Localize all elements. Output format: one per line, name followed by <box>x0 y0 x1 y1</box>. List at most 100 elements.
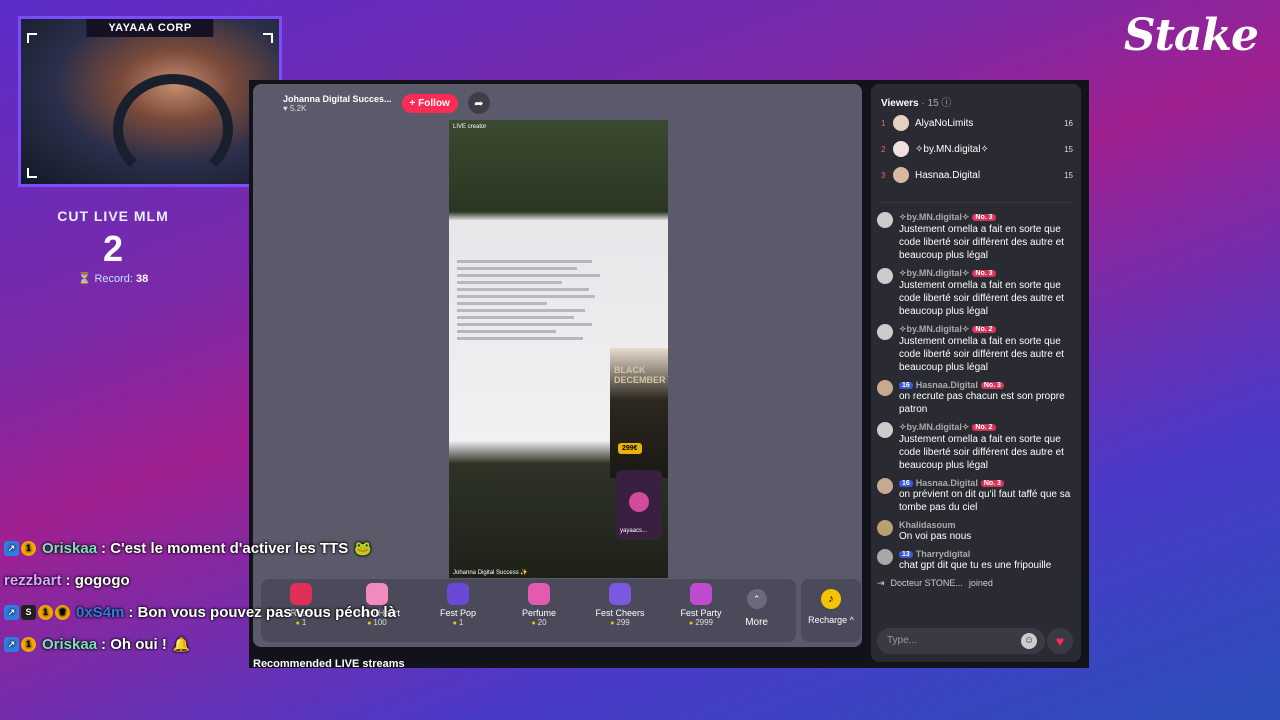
more-label: More <box>745 617 768 628</box>
avatar[interactable] <box>877 478 893 494</box>
viewers-heading[interactable]: Viewers · 15 ⓘ <box>881 94 951 109</box>
top-viewer[interactable]: 3 Hasnaa.Digital 15 <box>881 166 1073 184</box>
counter-title: CUT LIVE MLM <box>57 208 169 224</box>
cut-counter: CUT LIVE MLM 2 ⏳ Record: 38 <box>18 208 208 285</box>
twitch-username: rezzbart <box>4 571 62 589</box>
chat-username[interactable]: Hasnaa.Digital <box>916 478 978 488</box>
chat-username[interactable]: Khalidasoum <box>899 520 956 530</box>
level-badge: 13 <box>899 550 913 558</box>
twitch-text: : gogogo <box>65 571 130 589</box>
level-badge: 16 <box>899 479 913 487</box>
mini-player[interactable]: yayaacs... <box>616 470 662 540</box>
viewer-count: · 15 <box>921 98 939 109</box>
chat-message: ✧by.MN.digital✧ No. 3 Justement ornella a… <box>877 268 1077 318</box>
chat-list[interactable]: ✧by.MN.digital✧ No. 3 Justement ornella a… <box>877 212 1077 622</box>
chat-text: Justement ornella a fait en sorte que co… <box>899 336 1064 373</box>
twitch-text: : Oh oui ! <box>101 635 167 653</box>
chat-input[interactable]: Type... ☺ <box>877 628 1045 654</box>
twitch-message: ↗ S 1 ♛ 0xS4m : Bon vous pouvez pas vous pé… <box>4 596 396 628</box>
heart-icon[interactable]: ♥ <box>1047 628 1073 654</box>
twitch-message: ↗ 1 Oriskaa : C'est le moment d'activer l… <box>4 532 396 564</box>
twitch-message: ↗ 1 Oriskaa : Oh oui ! 🔔 <box>4 628 396 660</box>
gift-fest-cheers[interactable]: Fest Cheers 299 <box>580 583 660 627</box>
bell-emote-icon: 🔔 <box>172 635 191 652</box>
record-label: Record: <box>94 273 133 285</box>
chat-username[interactable]: ✧by.MN.digital✧ <box>899 324 969 335</box>
avatar[interactable] <box>877 212 893 228</box>
chat-text: chat gpt dit que tu es une fripouille <box>899 560 1052 571</box>
chat-username[interactable]: ✧by.MN.digital✧ <box>899 268 969 279</box>
s-badge-icon: S <box>21 604 36 620</box>
top-viewer[interactable]: 1 AlyaNoLimits 16 <box>881 114 1073 132</box>
corner-decoration <box>27 33 37 43</box>
chat-message: ✧by.MN.digital✧ No. 2 Justement ornella a… <box>877 324 1077 374</box>
stake-logo: Stake <box>1123 10 1259 61</box>
counter-record: ⏳ Record: 38 <box>18 272 208 285</box>
rank-badge: No. 3 <box>980 479 1004 487</box>
rank-badge: No. 3 <box>972 214 996 221</box>
avatar[interactable] <box>877 268 893 284</box>
webcam-frame: YAYAAA CORP <box>18 16 282 187</box>
host-name: Johanna Digital Succes... <box>283 93 392 104</box>
avatar <box>893 141 909 157</box>
prime-badge-icon: ↗ <box>4 604 19 620</box>
more-gifts-button[interactable]: ⌃ More <box>745 589 768 628</box>
chat-message: ✧by.MN.digital✧ No. 3 Justement ornella a… <box>877 212 1077 262</box>
gift-fest-pop[interactable]: Fest Pop 1 <box>418 583 498 627</box>
host-likes: ♥ 5.2K <box>283 103 307 113</box>
live-video[interactable]: LIVE creator BLACK DECEMBER 299€ yayaacs… <box>449 120 668 578</box>
chat-side-panel: Viewers · 15 ⓘ 1 AlyaNoLimits 16 2 ✧by.M… <box>871 84 1081 662</box>
gift-fest-party[interactable]: Fest Party 2999 <box>661 583 741 627</box>
twitch-username: Oriskaa <box>42 539 98 557</box>
rank-badge: No. 2 <box>972 326 996 333</box>
host-bar: Johanna Digital Succes... ♥ 5.2K + Follo… <box>283 92 490 114</box>
twitch-message: rezzbart : gogogo <box>4 564 396 596</box>
webcam-title: YAYAAA CORP <box>86 19 214 37</box>
avatar[interactable] <box>877 549 893 565</box>
chat-username[interactable]: ✧by.MN.digital✧ <box>899 212 969 223</box>
subscriber-badge-icon: 1 <box>38 604 53 620</box>
join-user[interactable]: Docteur STONE... <box>891 578 963 589</box>
follow-button[interactable]: + Follow <box>401 93 458 113</box>
chat-message: 16 Hasnaa.Digital No. 3 on prévient on dit… <box>877 478 1077 514</box>
avatar[interactable] <box>877 324 893 340</box>
share-icon[interactable]: ➦ <box>467 92 490 114</box>
video-document <box>457 260 607 344</box>
rank-badge: No. 3 <box>972 270 996 277</box>
crown-badge-icon: ♛ <box>55 604 70 620</box>
gift-perfume[interactable]: Perfume 20 <box>499 583 579 627</box>
chat-text: Justement ornella a fait en sorte que co… <box>899 280 1064 317</box>
hourglass-icon: ⏳ <box>77 273 92 285</box>
chat-username[interactable]: Tharrydigital <box>916 549 971 559</box>
rank-badge: No. 3 <box>980 381 1004 389</box>
host-info[interactable]: Johanna Digital Succes... ♥ 5.2K <box>283 94 392 113</box>
promo-card[interactable]: BLACK DECEMBER 299€ <box>610 348 668 478</box>
twitch-text: : Bon vous pouvez pas vous pécho là <box>128 603 396 621</box>
avatar[interactable] <box>877 520 893 536</box>
badge-group: ↗ S 1 ♛ <box>4 604 70 620</box>
coin-icon: ♪ <box>821 589 841 609</box>
top-viewer[interactable]: 2 ✧by.MN.digital✧ 15 <box>881 140 1073 158</box>
recharge-label: Recharge ^ <box>808 615 854 625</box>
chat-message: Khalidasoum On voi pas nous <box>877 520 1077 543</box>
chat-text: Justement ornella a fait en sorte que co… <box>899 224 1064 261</box>
chat-placeholder: Type... <box>887 635 918 646</box>
info-icon: ⓘ <box>941 98 952 109</box>
subscriber-badge-icon: 1 <box>21 540 36 556</box>
fest-party-icon <box>690 583 712 605</box>
twitch-text: : C'est le moment d'activer les TTS <box>101 539 349 557</box>
avatar[interactable] <box>877 380 893 396</box>
chat-username[interactable]: ✧by.MN.digital✧ <box>899 422 969 433</box>
counter-value: 2 <box>102 228 124 269</box>
prime-badge-icon: ↗ <box>4 540 19 556</box>
recharge-button[interactable]: ♪ Recharge ^ <box>801 579 861 642</box>
chat-username[interactable]: Hasnaa.Digital <box>916 380 978 390</box>
chat-message: ✧by.MN.digital✧ No. 2 Justement ornella a… <box>877 422 1077 472</box>
divider <box>881 202 1071 203</box>
avatar[interactable] <box>877 422 893 438</box>
chat-text: on prévient on dit qu'il faut taffé que … <box>899 489 1071 513</box>
twitch-chat-overlay: ↗ 1 Oriskaa : C'est le moment d'activer l… <box>4 532 396 660</box>
frog-emote-icon: 🐸 <box>354 539 372 556</box>
stream-overlay: Stake YAYAAA CORP CUT LIVE MLM 2 ⏳ Recor… <box>0 0 1280 720</box>
emoji-icon[interactable]: ☺ <box>1021 633 1037 649</box>
